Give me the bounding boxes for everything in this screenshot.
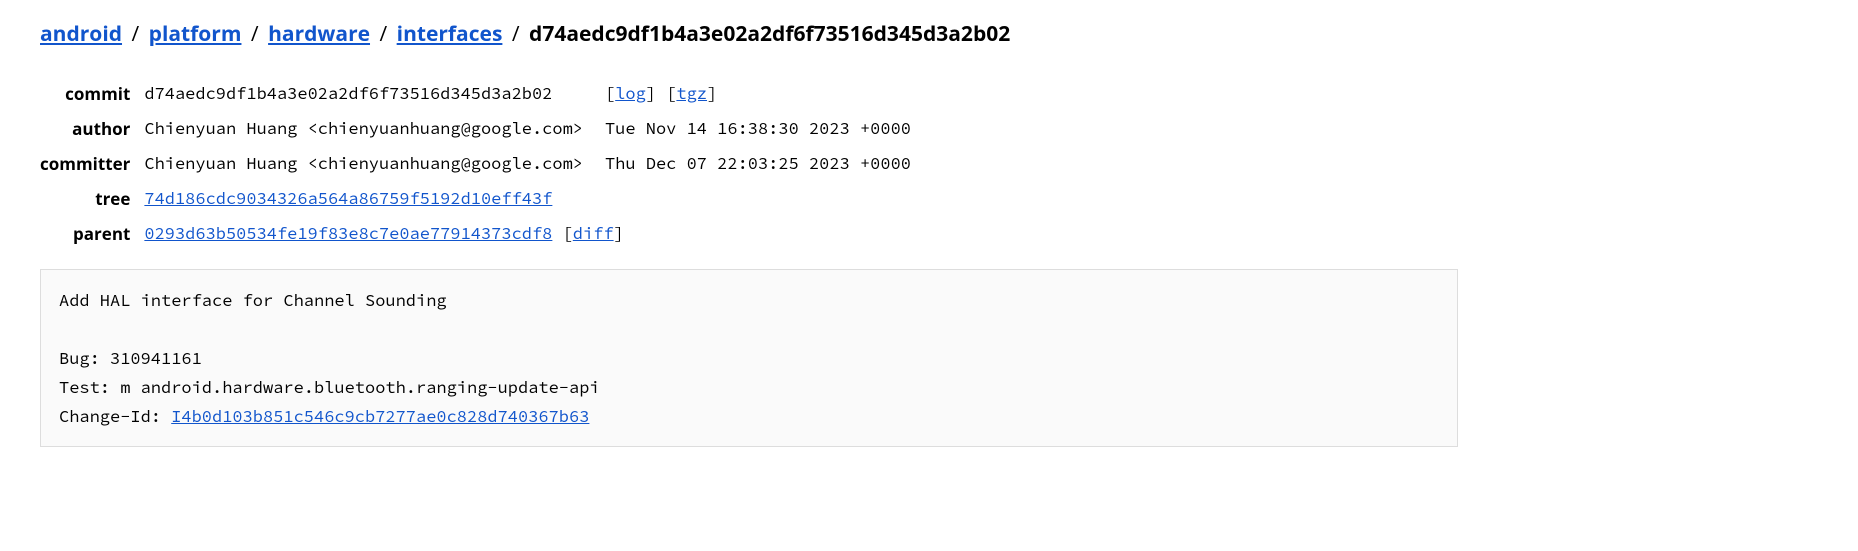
- row-tree: tree 74d186cdc9034326a564a86759f5192d10e…: [40, 181, 933, 216]
- log-link[interactable]: log: [615, 82, 646, 104]
- committer-name: Chienyuan Huang <chienyuanhuang@google.c…: [144, 146, 605, 181]
- label-parent: parent: [40, 216, 144, 251]
- label-committer: committer: [40, 146, 144, 181]
- breadcrumb-link-interfaces[interactable]: interfaces: [397, 20, 503, 48]
- tgz-link[interactable]: tgz: [676, 82, 707, 104]
- breadcrumb-link-hardware[interactable]: hardware: [268, 20, 370, 48]
- breadcrumb-sep: /: [508, 20, 524, 48]
- label-author: author: [40, 111, 144, 146]
- author-date: Tue Nov 14 16:38:30 2023 +0000: [605, 111, 933, 146]
- row-parent: parent 0293d63b50534fe19f83e8c7e0ae77914…: [40, 216, 933, 251]
- msg-bug: Bug: 310941161: [59, 347, 202, 369]
- msg-title: Add HAL interface for Channel Sounding: [59, 289, 447, 311]
- breadcrumb-current: d74aedc9df1b4a3e02a2df6f73516d345d3a2b02: [529, 20, 1010, 48]
- commit-meta-table: commit d74aedc9df1b4a3e02a2df6f73516d345…: [40, 76, 933, 251]
- commit-message: Add HAL interface for Channel Sounding B…: [40, 269, 1458, 447]
- msg-test: Test: m android.hardware.bluetooth.rangi…: [59, 376, 600, 398]
- breadcrumb: android / platform / hardware / interfac…: [40, 20, 1818, 48]
- breadcrumb-link-android[interactable]: android: [40, 20, 122, 48]
- row-committer: committer Chienyuan Huang <chienyuanhuan…: [40, 146, 933, 181]
- msg-changeid-label: Change-Id:: [59, 405, 171, 427]
- breadcrumb-sep: /: [247, 20, 263, 48]
- label-tree: tree: [40, 181, 144, 216]
- author-name: Chienyuan Huang <chienyuanhuang@google.c…: [144, 111, 605, 146]
- breadcrumb-sep: /: [127, 20, 143, 48]
- row-commit: commit d74aedc9df1b4a3e02a2df6f73516d345…: [40, 76, 933, 111]
- breadcrumb-link-platform[interactable]: platform: [149, 20, 242, 48]
- label-commit: commit: [40, 76, 144, 111]
- commit-hash: d74aedc9df1b4a3e02a2df6f73516d345d3a2b02: [144, 76, 605, 111]
- breadcrumb-sep: /: [375, 20, 391, 48]
- changeid-link[interactable]: I4b0d103b851c546c9cb7277ae0c828d740367b6…: [171, 405, 589, 427]
- row-author: author Chienyuan Huang <chienyuanhuang@g…: [40, 111, 933, 146]
- tree-link[interactable]: 74d186cdc9034326a564a86759f5192d10eff43f: [144, 187, 552, 209]
- diff-link[interactable]: diff: [573, 222, 614, 244]
- parent-link[interactable]: 0293d63b50534fe19f83e8c7e0ae77914373cdf8: [144, 222, 552, 244]
- commit-actions: [log] [tgz]: [605, 76, 933, 111]
- committer-date: Thu Dec 07 22:03:25 2023 +0000: [605, 146, 933, 181]
